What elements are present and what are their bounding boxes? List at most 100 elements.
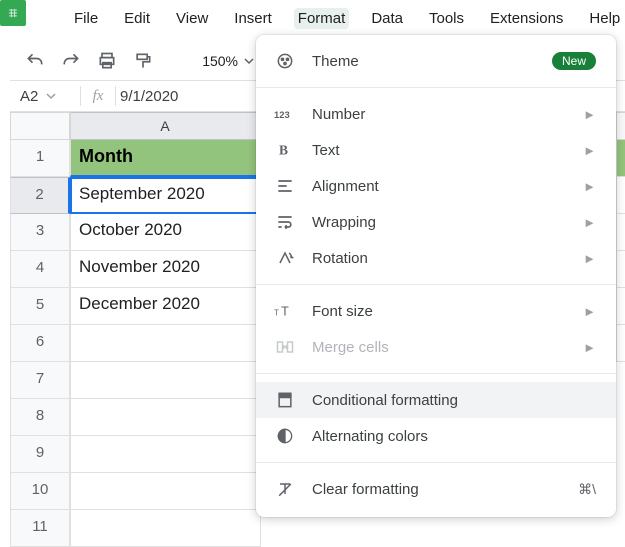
app-logo	[0, 0, 26, 26]
row-header[interactable]: 9	[10, 436, 70, 473]
conditional-formatting-icon	[274, 389, 296, 411]
menu-extensions[interactable]: Extensions	[486, 8, 567, 29]
chevron-down-icon	[46, 91, 56, 101]
select-all-corner[interactable]	[10, 112, 70, 140]
formula-bar[interactable]: 9/1/2020	[116, 88, 178, 105]
theme-icon	[274, 50, 296, 72]
menu-edit[interactable]: Edit	[120, 8, 154, 29]
toolbar: 150%	[24, 46, 258, 76]
menu-item-alternating-colors[interactable]: Alternating colors	[256, 418, 616, 454]
svg-text:123: 123	[274, 109, 290, 120]
cell[interactable]	[70, 399, 261, 436]
separator	[256, 462, 616, 463]
cell[interactable]	[70, 473, 261, 510]
undo-button[interactable]	[24, 50, 46, 72]
cell[interactable]: September 2020	[70, 177, 261, 214]
name-box-value: A2	[20, 88, 38, 105]
rotation-icon	[274, 247, 296, 269]
new-badge: New	[552, 52, 596, 70]
menu-view[interactable]: View	[172, 8, 212, 29]
svg-text:B: B	[279, 143, 288, 158]
menu-data[interactable]: Data	[367, 8, 407, 29]
menu-item-clear-formatting[interactable]: Clear formatting ⌘\	[256, 471, 616, 507]
chevron-down-icon	[244, 56, 254, 66]
zoom-value: 150%	[202, 53, 238, 69]
menu-tools[interactable]: Tools	[425, 8, 468, 29]
cell[interactable]: December 2020	[70, 288, 261, 325]
menu-item-label: Alternating colors	[312, 428, 596, 445]
row-header[interactable]: 1	[10, 140, 70, 177]
menu-item-label: Font size	[312, 303, 567, 320]
wrapping-icon	[274, 211, 296, 233]
row-header[interactable]: 2	[10, 177, 70, 214]
menu-format[interactable]: Format	[294, 8, 350, 29]
menubar: File Edit View Insert Format Data Tools …	[70, 7, 625, 29]
row-header[interactable]: 10	[10, 473, 70, 510]
cell[interactable]: November 2020	[70, 251, 261, 288]
fx-icon: fx	[81, 88, 115, 105]
menu-file[interactable]: File	[70, 8, 102, 29]
clear-formatting-icon	[274, 478, 296, 500]
font-size-icon: TT	[274, 300, 296, 322]
menu-item-number[interactable]: 123 Number ►	[256, 96, 616, 132]
menu-item-label: Alignment	[312, 178, 567, 195]
submenu-arrow-icon: ►	[583, 143, 596, 158]
menu-item-label: Text	[312, 142, 567, 159]
menu-item-merge-cells: Merge cells ►	[256, 329, 616, 365]
shortcut-label: ⌘\	[578, 481, 596, 498]
row-header[interactable]: 8	[10, 399, 70, 436]
cell[interactable]: Month	[70, 140, 261, 177]
menu-item-label: Theme	[312, 53, 536, 70]
cell[interactable]: October 2020	[70, 214, 261, 251]
separator	[256, 87, 616, 88]
menu-item-text[interactable]: B Text ►	[256, 132, 616, 168]
submenu-arrow-icon: ►	[583, 107, 596, 122]
row-header[interactable]: 11	[10, 510, 70, 547]
column-header-A[interactable]: A	[70, 112, 261, 140]
menu-item-alignment[interactable]: Alignment ►	[256, 168, 616, 204]
menu-item-label: Rotation	[312, 250, 567, 267]
svg-text:T: T	[274, 309, 279, 318]
separator	[256, 373, 616, 374]
submenu-arrow-icon: ►	[583, 215, 596, 230]
cell[interactable]	[70, 362, 261, 399]
merge-icon	[274, 336, 296, 358]
menu-item-conditional-formatting[interactable]: Conditional formatting	[256, 382, 616, 418]
submenu-arrow-icon: ►	[583, 251, 596, 266]
row-header[interactable]: 5	[10, 288, 70, 325]
row-header[interactable]: 6	[10, 325, 70, 362]
menu-help[interactable]: Help	[585, 8, 624, 29]
number-icon: 123	[274, 103, 296, 125]
alignment-icon	[274, 175, 296, 197]
print-button[interactable]	[96, 50, 118, 72]
menu-item-label: Conditional formatting	[312, 392, 596, 409]
paint-format-button[interactable]	[132, 50, 154, 72]
submenu-arrow-icon: ►	[583, 304, 596, 319]
bold-icon: B	[274, 139, 296, 161]
menu-item-label: Wrapping	[312, 214, 567, 231]
submenu-arrow-icon: ►	[583, 340, 596, 355]
submenu-arrow-icon: ►	[583, 179, 596, 194]
menu-item-label: Merge cells	[312, 339, 567, 356]
zoom-select[interactable]: 150%	[178, 53, 258, 69]
menu-item-font-size[interactable]: TT Font size ►	[256, 293, 616, 329]
row-header[interactable]: 4	[10, 251, 70, 288]
menu-item-theme[interactable]: Theme New	[256, 43, 616, 79]
menu-item-label: Clear formatting	[312, 481, 562, 498]
separator	[256, 284, 616, 285]
menu-item-rotation[interactable]: Rotation ►	[256, 240, 616, 276]
cell[interactable]	[70, 510, 261, 547]
cell[interactable]	[70, 436, 261, 473]
format-menu: Theme New 123 Number ► B Text ► Alignmen…	[256, 35, 616, 517]
cell[interactable]	[70, 325, 261, 362]
redo-button[interactable]	[60, 50, 82, 72]
column-b-sliver	[616, 112, 625, 362]
svg-text:T: T	[281, 305, 289, 319]
row-header[interactable]: 3	[10, 214, 70, 251]
menu-insert[interactable]: Insert	[230, 8, 276, 29]
menu-item-label: Number	[312, 106, 567, 123]
name-box[interactable]: A2	[10, 88, 80, 105]
alternating-colors-icon	[274, 425, 296, 447]
menu-item-wrapping[interactable]: Wrapping ►	[256, 204, 616, 240]
row-header[interactable]: 7	[10, 362, 70, 399]
